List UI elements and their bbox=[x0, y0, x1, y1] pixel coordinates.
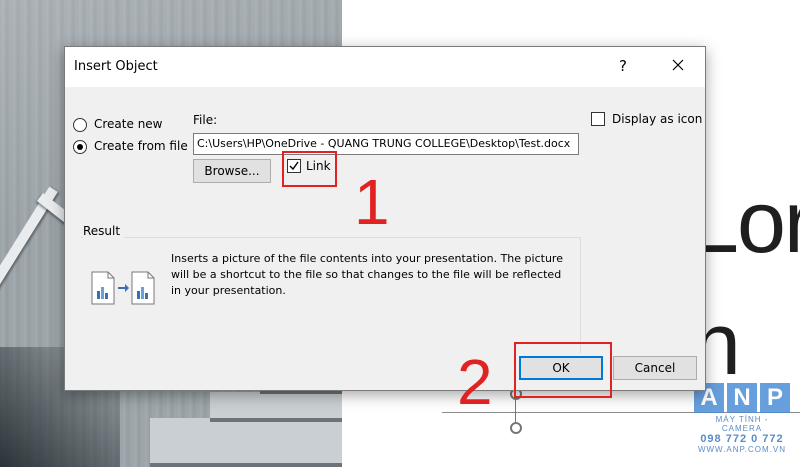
close-button[interactable] bbox=[661, 53, 695, 79]
annotation-box-ok bbox=[514, 342, 612, 398]
display-as-icon-label[interactable]: Display as icon bbox=[612, 112, 702, 126]
dialog-title: Insert Object bbox=[74, 59, 158, 74]
stair-step bbox=[150, 418, 342, 467]
anp-letter: P bbox=[760, 383, 790, 413]
create-from-file-radio[interactable] bbox=[73, 140, 87, 154]
result-label: Result bbox=[83, 224, 125, 238]
anp-phone: 098 772 0 772 bbox=[700, 433, 784, 445]
annotation-step-1: 1 bbox=[354, 166, 390, 238]
annotation-box-link bbox=[282, 151, 337, 187]
resize-handle[interactable] bbox=[510, 422, 522, 434]
anp-url: WWW.ANP.COM.VN bbox=[697, 445, 787, 454]
close-icon bbox=[672, 59, 684, 71]
anp-watermark-logo: A N P MÁY TÍNH - CAMERA 098 772 0 772 WW… bbox=[694, 383, 790, 454]
stair-step bbox=[210, 392, 342, 422]
dialog-titlebar[interactable]: Insert Object ? bbox=[65, 47, 705, 87]
create-new-label[interactable]: Create new bbox=[94, 117, 163, 131]
file-label: File: bbox=[193, 113, 218, 127]
display-as-icon-checkbox[interactable] bbox=[591, 112, 605, 126]
create-new-radio[interactable] bbox=[73, 118, 87, 132]
file-path-input[interactable]: C:\Users\HP\OneDrive - QUANG TRUNG COLLE… bbox=[193, 133, 579, 155]
create-from-file-label[interactable]: Create from file bbox=[94, 139, 188, 153]
rotation-handle-stem bbox=[515, 400, 516, 422]
result-description: Inserts a picture of the file contents i… bbox=[171, 252, 563, 297]
anp-letters: A N P bbox=[694, 383, 790, 413]
browse-button[interactable]: Browse... bbox=[193, 159, 271, 183]
cancel-button[interactable]: Cancel bbox=[613, 356, 697, 380]
anp-tagline: MÁY TÍNH - CAMERA bbox=[715, 415, 769, 433]
slide-text: Lor bbox=[690, 172, 800, 271]
help-button[interactable]: ? bbox=[610, 53, 636, 79]
annotation-step-2: 2 bbox=[457, 346, 493, 418]
anp-letter: N bbox=[727, 383, 757, 413]
file-link-icon bbox=[91, 271, 157, 309]
